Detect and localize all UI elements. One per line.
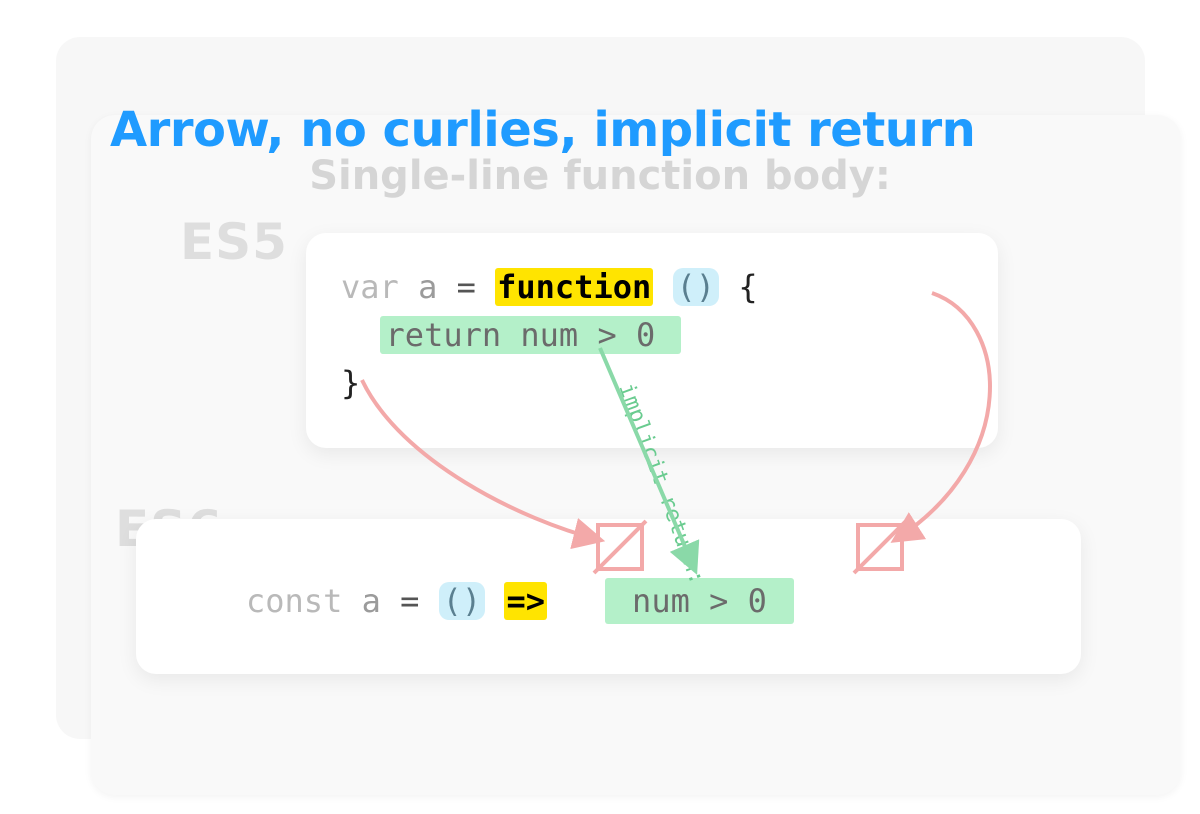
es6-expr: num > 0 — [605, 578, 794, 624]
es5-code-card: var a = function () { return num > 0 } — [306, 233, 998, 448]
kw-const: const — [246, 582, 342, 620]
slide-subtitle: Single-line function body: — [0, 153, 1200, 199]
es5-label: ES5 — [180, 213, 288, 271]
es5-return-line: return num > 0 — [380, 316, 681, 354]
es5-brace-open: { — [738, 268, 757, 306]
es6-id: a — [362, 582, 381, 620]
kw-var: var — [341, 268, 399, 306]
es5-code: var a = function () { return num > 0 } — [341, 263, 758, 407]
es6-paren: () — [439, 582, 486, 620]
es6-code: const a = () => num > 0 — [246, 577, 794, 625]
es6-eq: = — [400, 582, 419, 620]
es5-paren: () — [673, 268, 720, 306]
es6-arrow: => — [504, 582, 547, 620]
slide-title: Arrow, no curlies, implicit return — [110, 102, 975, 158]
es5-brace-close: } — [341, 364, 360, 402]
es5-id: a — [418, 268, 437, 306]
kw-function: function — [495, 268, 653, 306]
es6-code-card: const a = () => num > 0 — [136, 519, 1081, 674]
es5-eq: = — [457, 268, 476, 306]
